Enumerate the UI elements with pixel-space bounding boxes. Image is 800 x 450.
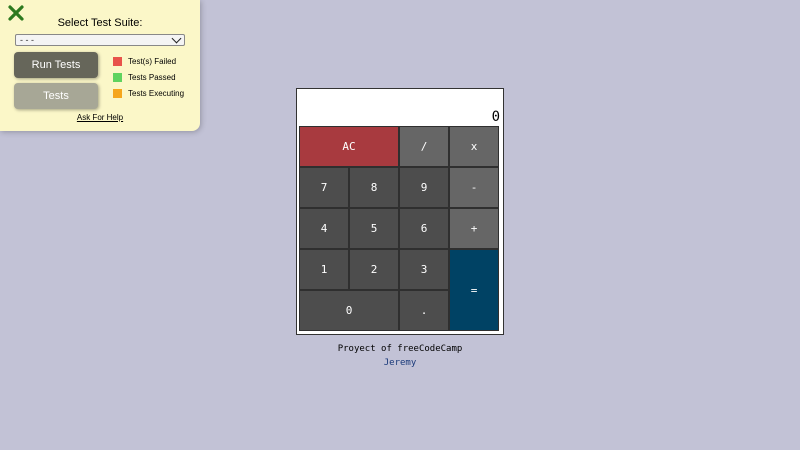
- equals-button[interactable]: =: [449, 249, 499, 331]
- calculator-keypad: AC / x 7 8 9 - 4 5 6 + 1 2 3 = 0 .: [299, 126, 501, 332]
- divide-button[interactable]: /: [399, 126, 449, 167]
- chevron-down-icon: [171, 33, 182, 44]
- test-suite-selected-value: - - -: [20, 35, 34, 45]
- decimal-button[interactable]: .: [399, 290, 449, 331]
- two-button[interactable]: 2: [349, 249, 399, 290]
- eight-button[interactable]: 8: [349, 167, 399, 208]
- seven-button[interactable]: 7: [299, 167, 349, 208]
- display-value: 0: [491, 109, 500, 125]
- legend-failed: Test(s) Failed: [113, 57, 176, 66]
- six-button[interactable]: 6: [399, 208, 449, 249]
- legend-failed-label: Test(s) Failed: [128, 57, 177, 66]
- test-suite-title: Select Test Suite:: [57, 17, 143, 29]
- add-button[interactable]: +: [449, 208, 499, 249]
- three-button[interactable]: 3: [399, 249, 449, 290]
- calculator: 0 AC / x 7 8 9 - 4 5 6 + 1 2 3 = 0 .: [296, 88, 504, 335]
- passed-swatch: [113, 73, 122, 82]
- four-button[interactable]: 4: [299, 208, 349, 249]
- legend-executing: Tests Executing: [113, 89, 184, 98]
- calculator-display: 0: [297, 89, 503, 126]
- legend-passed: Tests Passed: [113, 73, 176, 82]
- test-panel: Select Test Suite: - - - Run Tests Tests…: [0, 0, 200, 131]
- zero-button[interactable]: 0: [299, 290, 399, 331]
- run-tests-button[interactable]: Run Tests: [14, 52, 98, 78]
- failed-swatch: [113, 57, 122, 66]
- tests-button[interactable]: Tests: [14, 83, 98, 109]
- five-button[interactable]: 5: [349, 208, 399, 249]
- one-button[interactable]: 1: [299, 249, 349, 290]
- subtract-button[interactable]: -: [449, 167, 499, 208]
- credit-text: Proyect of freeCodeCamp: [337, 344, 463, 354]
- test-suite-select[interactable]: - - -: [15, 33, 185, 46]
- legend-executing-label: Tests Executing: [128, 89, 185, 98]
- legend-passed-label: Tests Passed: [128, 73, 176, 82]
- author-link[interactable]: Jeremy: [296, 358, 504, 368]
- ask-for-help-link[interactable]: Ask For Help: [0, 113, 200, 122]
- clear-button[interactable]: AC: [299, 126, 399, 167]
- nine-button[interactable]: 9: [399, 167, 449, 208]
- multiply-button[interactable]: x: [449, 126, 499, 167]
- executing-swatch: [113, 89, 122, 98]
